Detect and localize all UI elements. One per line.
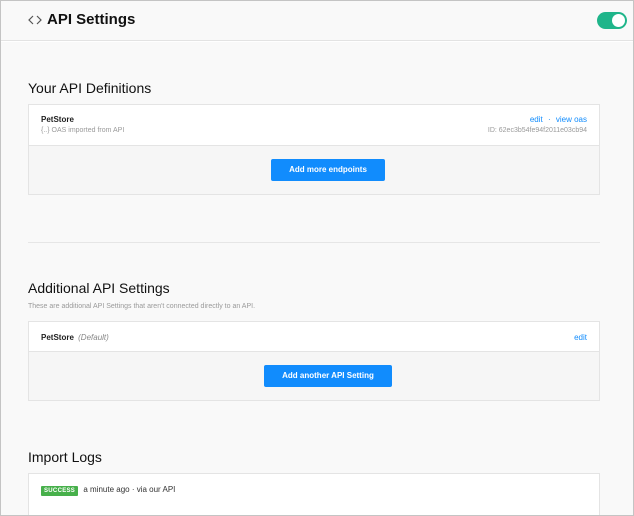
definition-id: ID: 62ec3b54fe94f2011e03cb94 [487,127,587,134]
braces-icon: {..} [41,127,50,134]
definition-actions: edit · view oas [530,115,587,124]
add-another-api-setting-button[interactable]: Add another API Setting [264,365,392,387]
additional-description: These are additional API Settings that a… [28,303,256,310]
edit-api-setting-link[interactable]: edit [574,333,587,342]
page-title: API Settings [47,11,136,28]
section-divider [28,242,600,243]
main-content: Your API Definitions PetStore {..} OAS i… [1,42,633,515]
view-oas-link[interactable]: view oas [556,115,587,124]
additional-title: Additional API Settings [28,280,170,296]
api-enabled-toggle[interactable] [597,12,627,29]
definition-source-text: OAS imported from API [51,127,125,134]
definition-row: PetStore {..} OAS imported from API edit… [29,105,599,146]
success-badge: SUCCESS [41,486,79,496]
definitions-title: Your API Definitions [28,80,152,96]
link-separator: · [547,115,551,124]
import-logs-title: Import Logs [28,449,102,465]
app-window: API Settings Your API Definitions PetSto… [0,0,634,516]
additional-card: PetStore (Default) edit Add another API … [28,321,600,401]
definitions-card: PetStore {..} OAS imported from API edit… [28,104,600,195]
api-setting-row: PetStore (Default) edit [29,322,599,352]
toggle-knob [612,14,625,27]
api-setting-actions: edit [574,333,587,342]
page-header: API Settings [1,1,633,41]
definition-name: PetStore [41,115,74,124]
default-tag: (Default) [78,333,109,342]
api-setting-label: PetStore (Default) [41,333,109,342]
log-entry-text: a minute ago · via our API [83,485,176,494]
add-more-endpoints-button[interactable]: Add more endpoints [271,159,385,181]
definition-source: {..} OAS imported from API [41,127,124,134]
code-icon [28,15,42,25]
edit-definition-link[interactable]: edit [530,115,543,124]
import-logs-card: SUCCESS a minute ago · via our API [28,473,600,515]
api-setting-name: PetStore [41,333,74,342]
log-entry: SUCCESS a minute ago · via our API [41,485,175,496]
